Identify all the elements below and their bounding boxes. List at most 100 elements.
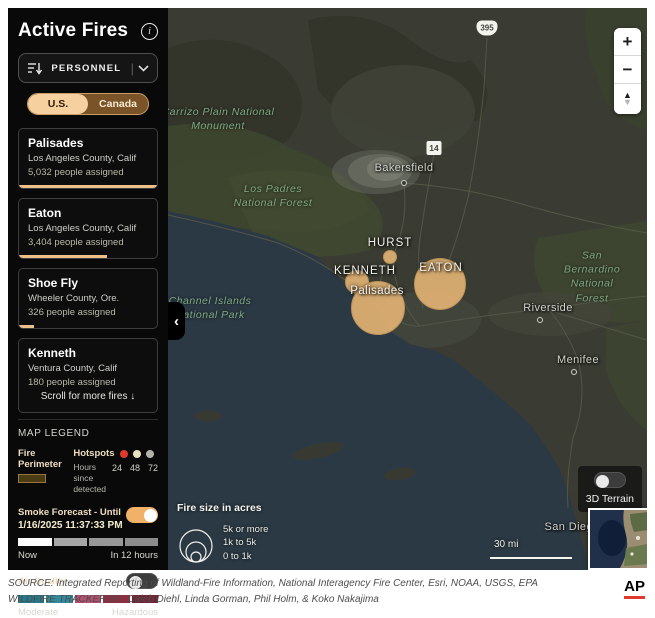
area-label-carrizo: Carrizo Plain National Monument xyxy=(168,105,274,133)
divider: | xyxy=(131,61,134,76)
source-credit: SOURCE: Integrated Reporting of Wildland… xyxy=(8,576,647,592)
divider xyxy=(18,419,158,420)
smoke-seg xyxy=(89,538,123,546)
city-marker-bakersfield xyxy=(401,180,407,186)
smoke-forecast-until: 1/16/2025 11:37:33 PM xyxy=(18,520,126,531)
air-hazardous-label: Hazardous xyxy=(112,607,158,618)
terrain-control: 3D Terrain xyxy=(578,466,642,512)
scale-line xyxy=(490,557,572,559)
tilt-control[interactable]: ▲ ▼ xyxy=(614,84,641,114)
map-scale: 30 mi xyxy=(490,539,572,559)
ap-logo: AP xyxy=(624,578,645,599)
inset-art xyxy=(590,510,647,568)
footer: SOURCE: Integrated Reporting of Wildland… xyxy=(8,576,647,607)
toggle-knob xyxy=(596,475,609,488)
fire-name: Shoe Fly xyxy=(28,276,148,290)
city-label-bakersfield: Bakersfield xyxy=(375,162,434,174)
fire-size-label-small: 0 to 1k xyxy=(223,550,268,563)
toggle-knob xyxy=(144,509,157,522)
fire-size-legend: Fire size in acres 5k or more 1k to 5k 0… xyxy=(177,502,268,566)
wildfire-tracker: Carrizo Plain National Monument Los Padr… xyxy=(8,8,647,570)
hours-72: 72 xyxy=(148,463,158,495)
hotspots-label: Hotspots xyxy=(73,448,114,459)
byline-credit: WILDFIRE TRACKER BY: Caleb Diehl, Linda … xyxy=(8,592,647,608)
fire-location: Ventura County, Calif xyxy=(28,363,148,374)
fire-location: Wheeler County, Ore. xyxy=(28,293,148,304)
fire-size-label-medium: 1k to 5k xyxy=(223,536,268,549)
personnel-bar xyxy=(19,255,107,258)
tilt-down-icon: ▼ xyxy=(623,99,632,106)
page-title: Active Fires xyxy=(18,20,128,42)
sidebar: Active Fires i PERSONNEL | U.S. Canada xyxy=(8,8,168,570)
fire-card-shoe-fly[interactable]: Shoe Fly Wheeler County, Ore. 326 people… xyxy=(18,268,158,329)
fire-perimeter-swatch xyxy=(18,474,46,483)
fire-location: Los Angeles County, Calif xyxy=(28,223,148,234)
fire-card-palisades[interactable]: Palisades Los Angeles County, Calif 5,03… xyxy=(18,128,158,189)
fire-size-label-large: 5k or more xyxy=(223,523,268,536)
hours-48: 48 xyxy=(130,463,140,495)
terrain-label: 3D Terrain xyxy=(586,493,634,505)
fire-personnel: 5,032 people assigned xyxy=(28,167,148,178)
smoke-seg xyxy=(54,538,88,546)
sort-dropdown[interactable]: PERSONNEL | xyxy=(18,53,158,83)
fire-label-hurst: HURST xyxy=(368,237,413,249)
scale-label: 30 mi xyxy=(494,539,572,550)
terrain-toggle[interactable] xyxy=(594,472,626,488)
area-label-los-padres: Los Padres National Forest xyxy=(234,182,313,210)
fire-name: Palisades xyxy=(28,136,148,150)
fire-name: Eaton xyxy=(28,206,148,220)
smoke-seg xyxy=(125,538,159,546)
smoke-now-label: Now xyxy=(18,550,37,561)
smoke-forecast-label: Smoke Forecast - Until xyxy=(18,507,126,518)
fire-name: Kenneth xyxy=(28,346,148,360)
city-marker-riverside xyxy=(537,317,543,323)
fire-marker-hurst[interactable] xyxy=(383,250,397,264)
personnel-bar xyxy=(19,325,34,328)
scroll-hint: Scroll for more fires ↓ xyxy=(28,391,148,402)
route-shield-395: 395 xyxy=(477,21,498,36)
fire-perimeter-label: Fire Perimeter xyxy=(18,448,67,470)
city-label-menifee: Menifee xyxy=(557,354,599,366)
chevron-down-icon xyxy=(138,65,149,72)
fire-personnel: 180 people assigned xyxy=(28,377,148,388)
hours-24: 24 xyxy=(112,463,122,495)
zoom-out-button[interactable]: − xyxy=(614,56,641,83)
info-icon[interactable]: i xyxy=(141,23,158,40)
sidebar-collapse-button[interactable]: ‹ xyxy=(168,302,185,340)
legend-title: MAP LEGEND xyxy=(18,428,158,439)
fire-card-eaton[interactable]: Eaton Los Angeles County, Calif 3,404 pe… xyxy=(18,198,158,259)
city-label-riverside: Riverside xyxy=(523,302,572,314)
route-shield-14: 14 xyxy=(427,141,442,155)
area-label-san-bernardino: San Bernardino National Forest xyxy=(564,249,620,306)
collapse-chevron-icon: ‹ xyxy=(174,313,179,330)
fire-size-title: Fire size in acres xyxy=(177,502,268,514)
city-marker-menifee xyxy=(571,369,577,375)
sort-field-label: PERSONNEL xyxy=(42,63,131,74)
smoke-forecast-toggle[interactable] xyxy=(126,507,158,523)
fire-card-list: Palisades Los Angeles County, Calif 5,03… xyxy=(18,128,158,413)
smoke-gradient-bar xyxy=(18,538,158,546)
fire-personnel: 326 people assigned xyxy=(28,307,148,318)
hours-since-label: Hours since detected xyxy=(73,462,106,495)
fire-label-palisades: Palisades xyxy=(350,285,403,297)
fire-size-circles xyxy=(177,520,217,566)
fire-location: Los Angeles County, Calif xyxy=(28,153,148,164)
map-zoom-controls: + − ▲ ▼ xyxy=(614,28,641,114)
air-moderate-label: Moderate xyxy=(18,607,58,618)
fire-label-eaton: EATON xyxy=(419,262,463,274)
overview-inset-map[interactable] xyxy=(588,508,647,570)
sort-descending-icon xyxy=(27,62,42,75)
region-canada-button[interactable]: Canada xyxy=(88,94,148,114)
region-us-button[interactable]: U.S. xyxy=(28,94,88,114)
hotspot-24h-dot xyxy=(120,450,128,458)
zoom-in-button[interactable]: + xyxy=(614,28,641,55)
region-toggle: U.S. Canada xyxy=(27,93,149,115)
fire-personnel: 3,404 people assigned xyxy=(28,237,148,248)
smoke-seg-now xyxy=(18,538,52,546)
fire-card-kenneth[interactable]: Kenneth Ventura County, Calif 180 people… xyxy=(18,338,158,413)
hotspot-72h-dot xyxy=(146,450,154,458)
personnel-bar xyxy=(19,185,157,188)
smoke-in12-label: In 12 hours xyxy=(110,550,158,561)
map-canvas[interactable]: Carrizo Plain National Monument Los Padr… xyxy=(168,8,647,570)
fire-label-kenneth: KENNETH xyxy=(334,265,396,277)
